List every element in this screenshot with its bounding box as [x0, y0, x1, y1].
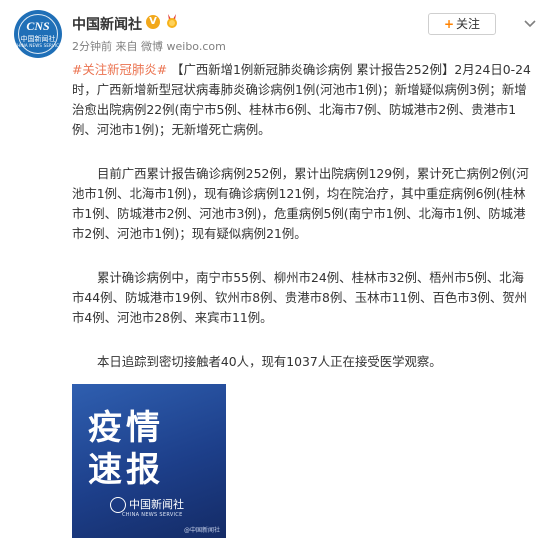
avatar-en-name: CHINA NEWS SERVICE [14, 43, 62, 48]
poster-title-line2: 速报 [88, 450, 164, 490]
cns-logo-icon [110, 497, 126, 513]
post-paragraph-4: 本日追踪到密切接触者40人，现有1037人正在接受医学观察。 [97, 354, 442, 369]
post-paragraph-1: #关注新冠肺炎# 【广西新增1例新冠肺炎确诊病例 累计报告252例】2月24日0… [72, 60, 534, 140]
poster-logo-cn: 中国新闻社 [129, 499, 184, 511]
verified-badge-icon: V [146, 15, 160, 29]
plus-icon: + [443, 17, 455, 31]
poster-logo-en: CHINA NEWS SERVICE [122, 512, 183, 518]
chevron-down-icon[interactable] [522, 15, 538, 31]
follow-label: 关注 [456, 17, 481, 31]
post-time[interactable]: 2分钟前 [72, 40, 112, 53]
avatar-abbr: CNS [26, 19, 50, 33]
avatar[interactable]: CNS 中国新闻社 CHINA NEWS SERVICE [14, 10, 62, 58]
post-source[interactable]: 来自 微博 weibo.com [116, 40, 226, 53]
post-body: #关注新冠肺炎# 【广西新增1例新冠肺炎确诊病例 累计报告252例】2月24日0… [72, 60, 534, 372]
post-meta: 2分钟前 来自 微博 weibo.com [72, 38, 226, 54]
post-image[interactable]: 疫情 速报 中国新闻社 CHINA NEWS SERVICE @中国新闻社 [72, 384, 226, 538]
post-paragraph-3: 累计确诊病例中，南宁市55例、柳州市24例、桂林市32例、梧州市5例、北海市44… [72, 270, 528, 325]
medal-icon [167, 14, 177, 28]
follow-button[interactable]: + 关注 [428, 13, 496, 35]
topic-tag-link[interactable]: #关注新冠肺炎# [72, 62, 167, 77]
post-paragraph-2: 目前广西累计报告确诊病例252例，累计出院病例129例，累计死亡病例2例(河池市… [72, 166, 529, 241]
account-name[interactable]: 中国新闻社 [72, 14, 142, 34]
post-headline: 【广西新增1例新冠肺炎确诊病例 累计报告252例】 [171, 62, 455, 77]
poster-watermark: @中国新闻社 [183, 527, 220, 534]
